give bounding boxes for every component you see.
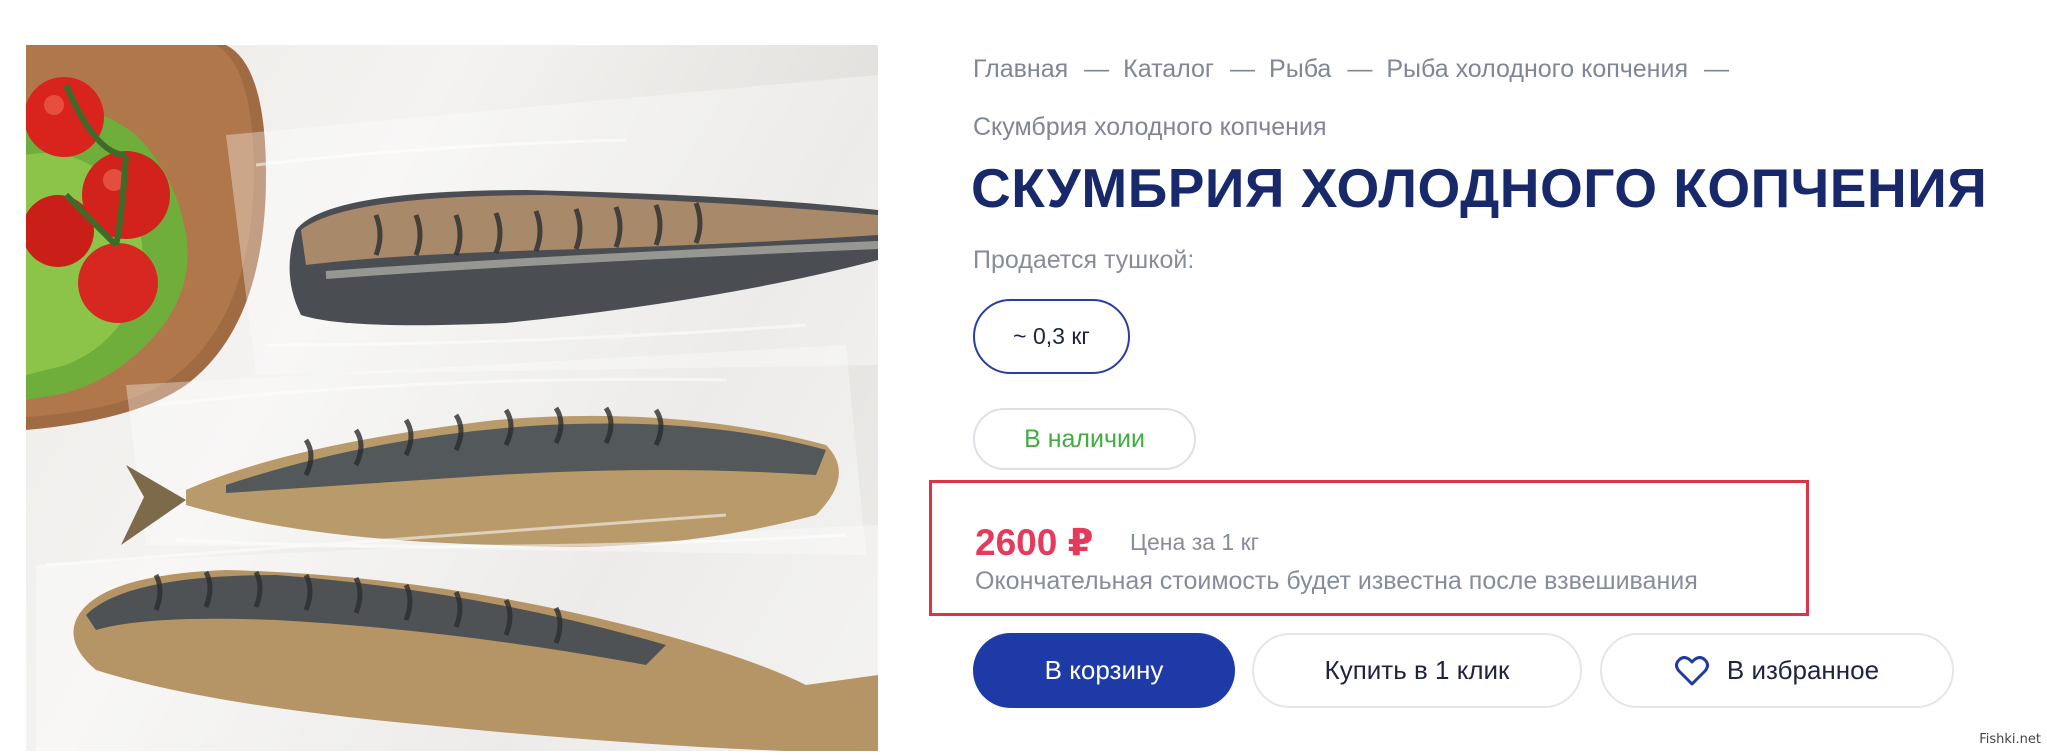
- price-value: 2600 ₽: [975, 522, 1094, 563]
- product-title: СКУМБРИЯ ХОЛОДНОГО КОПЧЕНИЯ: [971, 157, 1988, 219]
- sold-as-label: Продается тушкой:: [973, 246, 1195, 274]
- buy-one-click-label: Купить в 1 клик: [1324, 655, 1510, 685]
- buy-one-click-button[interactable]: Купить в 1 клик: [1252, 633, 1582, 708]
- price-unit-label: Цена за 1 кг: [1130, 529, 1260, 555]
- product-photo[interactable]: [26, 45, 878, 751]
- breadcrumb-separator: —: [1084, 55, 1110, 83]
- add-to-cart-label: В корзину: [1044, 655, 1164, 685]
- breadcrumb-catalog[interactable]: Каталог: [1123, 55, 1214, 83]
- price-note: Окончательная стоимость будет известна п…: [975, 567, 1698, 595]
- add-to-favorites-button[interactable]: В избранное: [1600, 633, 1954, 708]
- breadcrumb-cold-smoked-fish[interactable]: Рыба холодного копчения: [1386, 55, 1688, 83]
- heart-icon: [1674, 655, 1709, 686]
- add-to-favorites-label: В избранное: [1726, 655, 1880, 685]
- stock-status-badge: В наличии: [973, 408, 1196, 470]
- watermark: Fishki.net: [1979, 732, 2041, 747]
- price-highlight-frame: 2600 ₽ Цена за 1 кг Окончательная стоимо…: [929, 480, 1809, 616]
- breadcrumb-current: Скумбрия холодного копчения: [973, 113, 1327, 141]
- breadcrumb-separator: —: [1347, 55, 1373, 83]
- breadcrumb-separator: —: [1230, 55, 1256, 83]
- add-to-cart-button[interactable]: В корзину: [973, 633, 1235, 708]
- breadcrumb-home[interactable]: Главная: [973, 55, 1068, 83]
- weight-option-chip[interactable]: ~ 0,3 кг: [973, 299, 1130, 374]
- breadcrumb: Главная — Каталог — Рыба — Рыба холодного копч…: [973, 40, 1983, 156]
- breadcrumb-separator: —: [1704, 55, 1729, 83]
- breadcrumb-fish[interactable]: Рыба: [1269, 55, 1331, 83]
